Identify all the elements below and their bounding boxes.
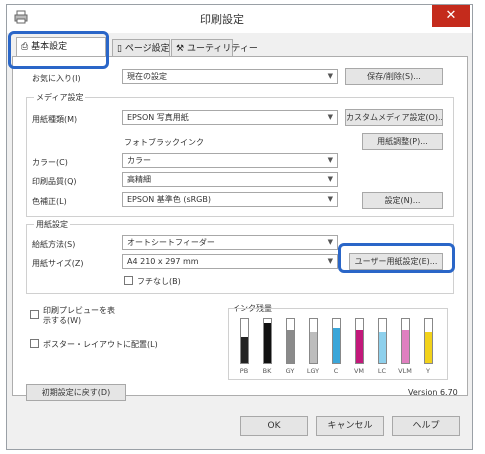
- ink-fill-bk: [264, 323, 271, 363]
- color-label: カラー(C): [32, 158, 68, 167]
- color-mode-select[interactable]: EPSON 基準色 (sRGB) ▼: [122, 192, 338, 207]
- ink-fill-y: [425, 332, 432, 363]
- paper-source-value: オートシートフィーダー: [127, 238, 215, 247]
- ink-fill-gy: [287, 330, 294, 363]
- ink-bar-gy: [286, 318, 295, 364]
- print-preview-label: 印刷プレビューを表示する(W): [43, 306, 115, 325]
- ink-label-vm: VM: [353, 367, 365, 375]
- color-select[interactable]: カラー ▼: [122, 153, 338, 168]
- print-preview-checkbox[interactable]: [30, 310, 39, 319]
- paper-type-value: EPSON 写真用紙: [127, 113, 189, 122]
- ink-label-bk: BK: [262, 367, 272, 375]
- ink-label-vlm: VLM: [398, 367, 412, 375]
- close-button[interactable]: ✕: [432, 5, 470, 27]
- ink-fill-pb: [241, 336, 248, 363]
- ink-bar-y: [424, 318, 433, 364]
- ink-bar-vlm: [401, 318, 410, 364]
- chevron-down-icon: ▼: [327, 72, 333, 80]
- color-value: カラー: [127, 156, 151, 165]
- poster-layout-checkbox[interactable]: [30, 339, 39, 348]
- favorites-label: お気に入り(I): [32, 74, 81, 83]
- ink-bar-c: [332, 318, 341, 364]
- version-text: Version 6.70: [408, 388, 458, 397]
- favorites-value: 現在の設定: [127, 72, 167, 81]
- reset-defaults-button[interactable]: 初期設定に戻す(D): [26, 384, 126, 401]
- ink-label-gy: GY: [285, 367, 295, 375]
- chevron-down-icon: ▼: [327, 238, 333, 246]
- ink-label-y: Y: [426, 367, 430, 375]
- save-delete-button[interactable]: 保存/削除(S)...: [345, 68, 443, 85]
- printer-icon: [14, 10, 28, 24]
- print-quality-select[interactable]: 高精細 ▼: [122, 172, 338, 187]
- ink-type-text: フォトブラックインク: [124, 138, 204, 147]
- custom-media-button[interactable]: カスタムメディア設定(O)...: [345, 109, 443, 126]
- cancel-button[interactable]: キャンセル: [316, 416, 384, 436]
- ink-bar-bk: [263, 318, 272, 364]
- borderless-label: フチなし(B): [137, 277, 181, 286]
- chevron-down-icon: ▼: [327, 195, 333, 203]
- ok-button[interactable]: OK: [240, 416, 308, 436]
- ink-label-pb: PB: [239, 367, 249, 375]
- print-quality-label: 印刷品質(Q): [32, 177, 77, 186]
- paper-type-label: 用紙種類(M): [32, 115, 78, 124]
- ink-fill-c: [333, 327, 340, 363]
- print-quality-value: 高精細: [127, 175, 151, 184]
- ink-fill-vm: [356, 330, 363, 363]
- ink-fill-lc: [379, 332, 386, 363]
- ink-fill-vlm: [402, 330, 409, 363]
- borderless-checkbox[interactable]: [124, 276, 133, 285]
- paper-type-select[interactable]: EPSON 写真用紙 ▼: [122, 110, 338, 125]
- wrench-icon: ⚒: [176, 44, 187, 54]
- media-group-title: メディア設定: [34, 92, 86, 103]
- tab-page-setup-label: ページ設定: [124, 44, 170, 54]
- poster-layout-label: ポスター・レイアウトに配置(L): [43, 340, 158, 349]
- paper-group-title: 用紙設定: [34, 219, 70, 230]
- highlight-user-paper-size: [338, 243, 455, 273]
- tab-page-setup[interactable]: ▯ ページ設定: [112, 39, 170, 57]
- favorites-select[interactable]: 現在の設定 ▼: [122, 69, 338, 84]
- paper-adjust-button[interactable]: 用紙調整(P)...: [362, 133, 443, 150]
- tab-utility[interactable]: ⚒ ユーティリティー: [171, 39, 258, 57]
- paper-source-select[interactable]: オートシートフィーダー ▼: [122, 235, 338, 250]
- ink-label-lc: LC: [377, 367, 387, 375]
- chevron-down-icon: ▼: [327, 175, 333, 183]
- paper-source-label: 給紙方法(S): [32, 240, 76, 249]
- highlight-tab-main: [8, 31, 109, 69]
- paper-size-value: A4 210 x 297 mm: [127, 257, 199, 266]
- ink-bar-lc: [378, 318, 387, 364]
- paper-size-label: 用紙サイズ(Z): [32, 259, 84, 268]
- color-mode-label: 色補正(L): [32, 197, 67, 206]
- window-title: 印刷設定: [200, 13, 244, 26]
- ink-bar-pb: [240, 318, 249, 364]
- page-icon: ▯: [117, 44, 125, 54]
- color-settings-button[interactable]: 設定(N)...: [362, 192, 443, 209]
- ink-bar-lgy: [309, 318, 318, 364]
- color-mode-value: EPSON 基準色 (sRGB): [127, 195, 211, 204]
- chevron-down-icon: ▼: [327, 257, 333, 265]
- ink-bar-vm: [355, 318, 364, 364]
- help-button[interactable]: ヘルプ: [392, 416, 460, 436]
- tab-utility-label: ユーティリティー: [186, 44, 258, 54]
- chevron-down-icon: ▼: [327, 156, 333, 164]
- chevron-down-icon: ▼: [327, 113, 333, 121]
- ink-label-lgy: LGY: [306, 367, 320, 375]
- paper-size-select[interactable]: A4 210 x 297 mm ▼: [122, 254, 338, 269]
- ink-label-c: C: [333, 367, 339, 375]
- ink-fill-lgy: [310, 332, 317, 363]
